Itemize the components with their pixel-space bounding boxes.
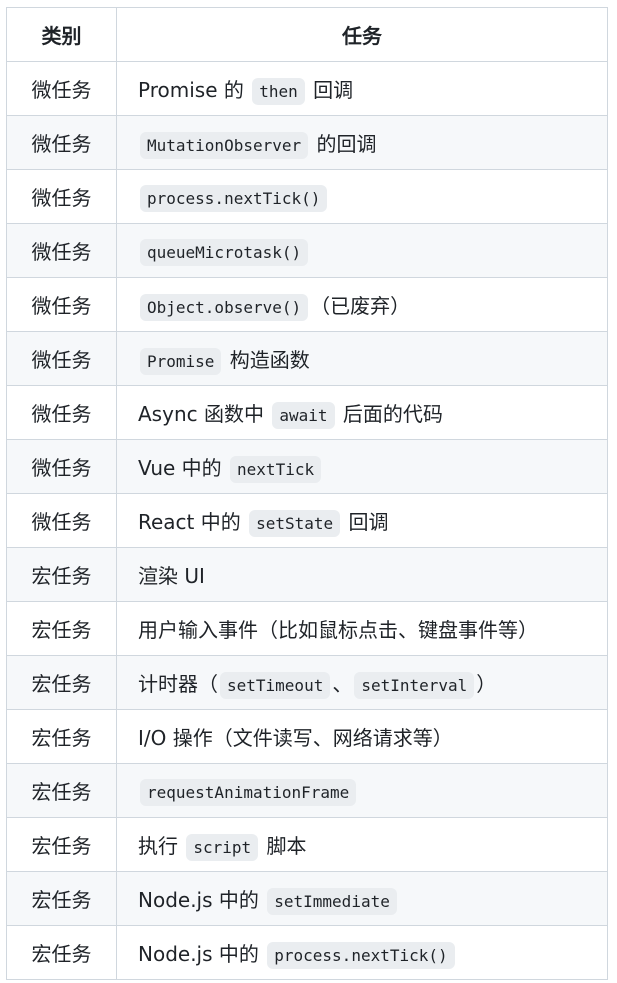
inline-code: nextTick <box>230 456 322 483</box>
category-cell: 微任务 <box>6 331 117 386</box>
inline-code: queueMicrotask() <box>140 238 309 266</box>
task-text: 的回调 <box>310 132 377 156</box>
inline-code: then <box>252 78 305 105</box>
task-cell: MutationObserver 的回调 <box>116 115 608 170</box>
table-row: 微任务 Vue 中的 nextTick <box>6 439 608 494</box>
inline-code: process.nextTick() <box>267 942 455 969</box>
inline-code: process.nextTick() <box>140 184 328 212</box>
task-cell: Object.observe() （已废弃） <box>116 277 608 332</box>
inline-code: setInterval <box>354 672 475 699</box>
task-text: ） <box>476 672 497 696</box>
inline-code: requestAnimationFrame <box>140 778 357 806</box>
table-row: 宏任务 Node.js 中的 setImmediate <box>6 871 608 926</box>
table-row: 宏任务 计时器（ setTimeout、 setInterval） <box>6 655 608 710</box>
task-text: 回调 <box>342 510 389 534</box>
category-cell: 微任务 <box>6 493 117 548</box>
table-row: 宏任务 执行 script 脚本 <box>6 817 608 872</box>
table-row: 宏任务 Node.js 中的 process.nextTick() <box>6 925 608 980</box>
category-cell: 宏任务 <box>6 925 117 980</box>
task-text: Node.js 中的 <box>138 888 266 912</box>
inline-code: await <box>272 402 335 429</box>
task-cell: 计时器（ setTimeout、 setInterval） <box>116 655 608 710</box>
task-cell: 用户输入事件（比如鼠标点击、键盘事件等） <box>116 601 608 656</box>
task-cell: 渲染 UI <box>116 547 608 602</box>
table-row: 宏任务 渲染 UI <box>6 547 608 602</box>
category-cell: 宏任务 <box>6 547 117 602</box>
category-cell: 微任务 <box>6 277 117 332</box>
task-text: I/O 操作（文件读写、网络请求等） <box>138 726 453 750</box>
category-cell: 微任务 <box>6 439 117 494</box>
category-cell: 微任务 <box>6 385 117 440</box>
category-cell: 宏任务 <box>6 871 117 926</box>
table-row: 微任务 process.nextTick() <box>6 169 608 224</box>
task-text: Async 函数中 <box>138 402 271 426</box>
task-table: 类别 任务 微任务 Promise 的 then 回调 微任务 MutationObs… <box>6 7 608 980</box>
header-task: 任务 <box>116 7 608 62</box>
task-text: 构造函数 <box>223 348 310 372</box>
task-cell: queueMicrotask() <box>116 223 608 278</box>
task-text: 计时器（ <box>138 672 218 696</box>
task-cell: process.nextTick() <box>116 169 608 224</box>
category-cell: 微任务 <box>6 61 117 116</box>
inline-code: setTimeout <box>220 672 331 699</box>
task-text: 渲染 UI <box>138 564 205 588</box>
task-cell: Vue 中的 nextTick <box>116 439 608 494</box>
task-cell: React 中的 setState 回调 <box>116 493 608 548</box>
inline-code: setImmediate <box>267 888 397 915</box>
task-text: 后面的代码 <box>336 402 443 426</box>
task-cell: Async 函数中 await 后面的代码 <box>116 385 608 440</box>
table-row: 微任务 Async 函数中 await 后面的代码 <box>6 385 608 440</box>
table-row: 微任务 Promise 构造函数 <box>6 331 608 386</box>
task-cell: Node.js 中的 process.nextTick() <box>116 925 608 980</box>
category-cell: 宏任务 <box>6 709 117 764</box>
table-header-row: 类别 任务 <box>6 7 608 62</box>
task-text: 脚本 <box>260 834 307 858</box>
task-text: Node.js 中的 <box>138 942 266 966</box>
category-cell: 宏任务 <box>6 763 117 818</box>
task-text: Vue 中的 <box>138 456 229 480</box>
task-text: React 中的 <box>138 510 248 534</box>
task-cell: Promise 的 then 回调 <box>116 61 608 116</box>
category-cell: 微任务 <box>6 115 117 170</box>
table-row: 微任务 queueMicrotask() <box>6 223 608 278</box>
table-row: 宏任务 I/O 操作（文件读写、网络请求等） <box>6 709 608 764</box>
task-text: 、 <box>332 672 353 696</box>
header-category: 类别 <box>6 7 117 62</box>
task-cell: 执行 script 脚本 <box>116 817 608 872</box>
task-cell: Promise 构造函数 <box>116 331 608 386</box>
task-cell: requestAnimationFrame <box>116 763 608 818</box>
task-cell: I/O 操作（文件读写、网络请求等） <box>116 709 608 764</box>
inline-code: Promise <box>140 348 222 375</box>
category-cell: 微任务 <box>6 223 117 278</box>
category-cell: 宏任务 <box>6 817 117 872</box>
inline-code: setState <box>249 510 341 537</box>
table-row: 微任务 Promise 的 then 回调 <box>6 61 608 116</box>
category-cell: 宏任务 <box>6 655 117 710</box>
task-text: Promise 的 <box>138 78 251 102</box>
task-text: 用户输入事件（比如鼠标点击、键盘事件等） <box>138 618 538 642</box>
table-row: 微任务 Object.observe() （已废弃） <box>6 277 608 332</box>
task-text: 执行 <box>138 834 185 858</box>
table-row: 宏任务 用户输入事件（比如鼠标点击、键盘事件等） <box>6 601 608 656</box>
table-row: 微任务 React 中的 setState 回调 <box>6 493 608 548</box>
inline-code: script <box>186 834 259 861</box>
category-cell: 微任务 <box>6 169 117 224</box>
task-text: （已废弃） <box>310 294 411 318</box>
inline-code: Object.observe() <box>140 294 309 321</box>
task-text: 回调 <box>306 78 354 102</box>
task-cell: Node.js 中的 setImmediate <box>116 871 608 926</box>
table-row: 微任务 MutationObserver 的回调 <box>6 115 608 170</box>
category-cell: 宏任务 <box>6 601 117 656</box>
table-row: 宏任务 requestAnimationFrame <box>6 763 608 818</box>
inline-code: MutationObserver <box>140 132 309 159</box>
